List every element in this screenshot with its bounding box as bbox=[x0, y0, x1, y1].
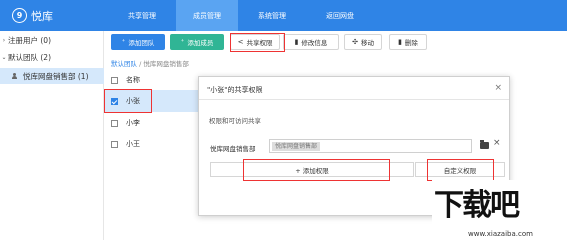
add-member-button[interactable]: ⁺ 添加成员 bbox=[170, 34, 224, 50]
sidebar-item-default-team[interactable]: ⌄ 默认团队 (2) bbox=[0, 49, 104, 65]
member-name: 小李 bbox=[126, 119, 140, 127]
member-name: 小王 bbox=[126, 140, 140, 148]
delete-label: 删除 bbox=[404, 39, 418, 47]
close-icon[interactable]: × bbox=[494, 83, 502, 93]
move-label: 移动 bbox=[360, 39, 374, 47]
sidebar-item-label: 注册用户 (0) bbox=[8, 35, 52, 45]
highlight-add-permission bbox=[243, 159, 390, 181]
add-team-icon: ⁺ bbox=[121, 38, 126, 46]
highlight-custom-permission bbox=[427, 159, 494, 181]
sidebar-item-registered-users[interactable]: › 注册用户 (0) bbox=[0, 32, 104, 48]
chevron-down-icon[interactable]: ⌄ bbox=[0, 54, 8, 61]
folder-icon[interactable] bbox=[480, 140, 489, 149]
watermark-url: www.xiazaiba.com bbox=[468, 230, 533, 238]
column-header-name: 名称 bbox=[126, 76, 140, 84]
move-icon: ✣ bbox=[352, 38, 358, 46]
dialog-subtitle: 权限和可访问共享 bbox=[209, 117, 261, 125]
chevron-right-icon[interactable]: › bbox=[0, 37, 8, 44]
edit-info-label: 修改信息 bbox=[301, 39, 328, 47]
permission-tag[interactable]: 悦库网盘销售部 bbox=[272, 142, 321, 151]
dialog-title: "小张"的共享权限 bbox=[207, 86, 263, 94]
select-all-checkbox[interactable] bbox=[111, 76, 118, 84]
breadcrumb-separator: / bbox=[139, 60, 142, 68]
tab-system-management[interactable]: 系统管理 bbox=[238, 0, 306, 31]
row-checkbox[interactable] bbox=[111, 140, 118, 148]
delete-button[interactable]: ▮ 删除 bbox=[389, 34, 427, 50]
remove-permission-icon[interactable]: × bbox=[493, 138, 501, 148]
breadcrumb-current: 悦库网盘销售部 bbox=[143, 60, 189, 68]
logo-text: 悦库 bbox=[31, 9, 53, 23]
sidebar-item-label: 悦库网盘销售部 (1) bbox=[23, 71, 89, 81]
sidebar-item-label: 默认团队 (2) bbox=[8, 52, 52, 62]
tab-share-management[interactable]: 共享管理 bbox=[108, 0, 176, 31]
app-logo[interactable]: 9 悦库 bbox=[12, 7, 53, 24]
permission-field[interactable]: 悦库网盘销售部 bbox=[269, 139, 472, 153]
list-item[interactable]: 小王 bbox=[104, 133, 204, 155]
watermark-text: 下载吧 bbox=[434, 188, 520, 223]
move-button[interactable]: ✣ 移动 bbox=[344, 34, 382, 50]
team-icon bbox=[12, 72, 20, 80]
logo-icon: 9 bbox=[12, 8, 27, 23]
highlight-share-permission bbox=[230, 33, 285, 52]
sidebar: › 注册用户 (0) ⌄ 默认团队 (2) 悦库网盘销售部 (1) bbox=[0, 31, 104, 240]
sidebar-item-sales-dept[interactable]: 悦库网盘销售部 (1) bbox=[0, 68, 104, 84]
add-team-button[interactable]: ⁺ 添加团队 bbox=[111, 34, 165, 50]
tab-back-to-drive[interactable]: 返回网盘 bbox=[306, 0, 374, 31]
add-team-label: 添加团队 bbox=[128, 39, 155, 47]
list-item[interactable]: 小李 bbox=[104, 112, 204, 134]
dialog-divider bbox=[199, 99, 509, 100]
breadcrumb: 默认团队 / 悦库网盘销售部 bbox=[111, 58, 189, 68]
add-member-label: 添加成员 bbox=[187, 39, 214, 47]
top-header: 9 悦库 共享管理 成员管理 系统管理 返回网盘 bbox=[0, 0, 567, 31]
row-checkbox[interactable] bbox=[111, 119, 118, 127]
highlight-selected-member bbox=[104, 89, 152, 113]
watermark: 下载吧 www.xiazaiba.com bbox=[432, 180, 567, 240]
edit-icon: ▮ bbox=[294, 38, 299, 46]
trash-icon: ▮ bbox=[398, 38, 402, 46]
breadcrumb-root[interactable]: 默认团队 bbox=[111, 60, 137, 68]
tab-member-management[interactable]: 成员管理 bbox=[176, 0, 238, 31]
list-header: 名称 bbox=[104, 70, 204, 90]
permission-label: 悦库网盘销售部 bbox=[210, 145, 256, 153]
edit-info-button[interactable]: ▮ 修改信息 bbox=[283, 34, 339, 50]
add-member-icon: ⁺ bbox=[180, 38, 185, 46]
